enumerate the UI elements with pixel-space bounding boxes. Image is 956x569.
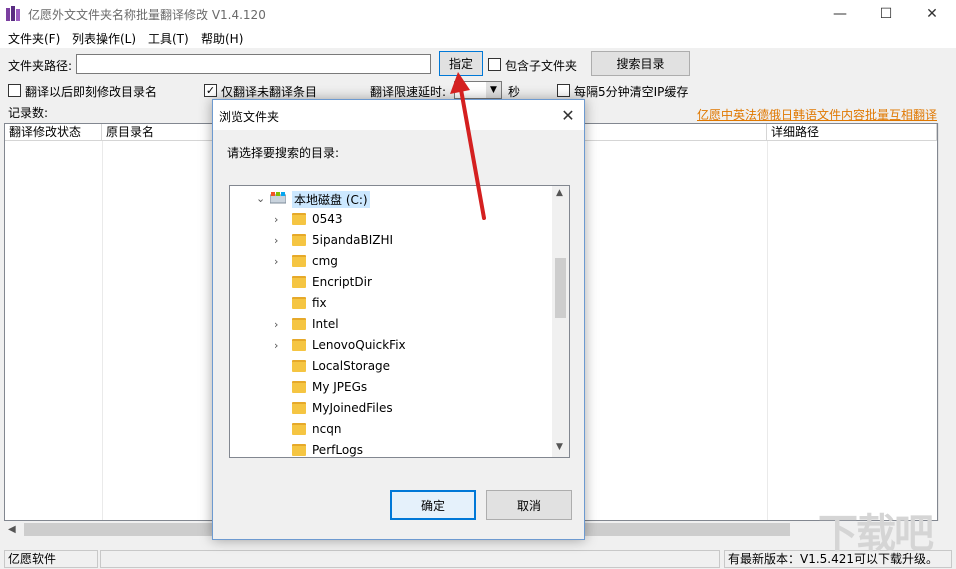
folder-icon — [292, 423, 306, 435]
close-icon: ✕ — [561, 105, 575, 125]
chevron-right-icon[interactable]: › — [274, 339, 278, 352]
folder-icon — [292, 297, 306, 309]
tree-item-folder[interactable]: › LenovoQuickFix — [230, 335, 552, 356]
scroll-left-icon[interactable]: ◀ — [8, 524, 16, 535]
menu-bar — [0, 28, 956, 48]
tree-item-drive[interactable]: ⌄ 本地磁盘 (C:) — [230, 188, 552, 209]
folder-icon — [292, 234, 306, 246]
tree-scroll-thumb[interactable] — [555, 258, 566, 318]
column-divider — [767, 141, 768, 520]
tree-item-folder[interactable]: MyJoinedFiles — [230, 398, 552, 419]
search-directory-button[interactable]: 搜索目录 — [591, 51, 690, 76]
tree-item-label: ncqn — [312, 422, 342, 436]
folder-icon — [292, 255, 306, 267]
chevron-right-icon[interactable]: › — [274, 234, 278, 247]
include-subfolders-checkbox[interactable] — [488, 58, 501, 71]
folder-icon — [292, 444, 306, 456]
folder-icon — [292, 339, 306, 351]
tree-item-label: LocalStorage — [312, 359, 391, 373]
maximize-icon: ☐ — [879, 6, 893, 22]
tree-item-label: LenovoQuickFix — [312, 338, 406, 352]
chevron-down-icon: ▼ — [486, 82, 501, 98]
chevron-down-icon[interactable]: ▼ — [556, 442, 563, 452]
browse-folder-dialog: 浏览文件夹 ✕ 请选择要搜索的目录: ⌄ 本地磁盘 (C:) › 0543 › 5ip… — [212, 99, 585, 540]
tree-item-label: EncriptDir — [312, 275, 372, 289]
clear-ip-cache-checkbox[interactable] — [557, 84, 570, 97]
maximize-button[interactable]: ☐ — [863, 0, 909, 28]
folder-icon — [292, 381, 306, 393]
clear-ip-cache-label: 每隔5分钟清空IP缓存 — [574, 85, 689, 99]
tree-vertical-scrollbar[interactable]: ▲ ▼ — [552, 186, 569, 457]
chevron-right-icon[interactable]: › — [274, 255, 278, 268]
column-header-status[interactable]: 翻译修改状态 — [5, 124, 102, 141]
tree-item-folder[interactable]: ncqn — [230, 419, 552, 440]
column-header-detail-path[interactable]: 详细路径 — [767, 124, 937, 141]
tree-item-label: PerfLogs — [312, 443, 364, 457]
ok-button[interactable]: 确定 — [390, 490, 476, 520]
checkmark-icon: ✓ — [205, 84, 216, 97]
tree-item-folder[interactable]: › cmg — [230, 251, 552, 272]
menu-list-ops[interactable]: 列表操作(L) — [72, 30, 136, 47]
chevron-right-icon[interactable]: › — [274, 213, 278, 226]
tree-item-folder[interactable]: › 0543 — [230, 209, 552, 230]
dialog-prompt: 请选择要搜索的目录: — [227, 146, 340, 160]
window-title: 亿愿外文文件夹名称批量翻译修改 V1.4.120 — [28, 8, 266, 22]
close-button[interactable]: ✕ — [909, 0, 955, 28]
tree-item-folder[interactable]: PerfLogs — [230, 440, 552, 457]
status-left: 亿愿软件 — [4, 550, 98, 568]
record-count-label: 记录数: — [8, 106, 49, 120]
rename-after-translate-checkbox[interactable] — [8, 84, 21, 97]
delay-label: 翻译限速延时: — [370, 85, 447, 99]
chevron-up-icon[interactable]: ▲ — [556, 188, 563, 198]
folder-path-label: 文件夹路径: — [8, 59, 73, 73]
menu-help[interactable]: 帮助(H) — [201, 30, 243, 47]
watermark-logo: 下载吧 — [818, 511, 934, 557]
drive-icon — [270, 192, 286, 204]
tree-item-folder[interactable]: › Intel — [230, 314, 552, 335]
only-untranslated-checkbox[interactable]: ✓ — [204, 84, 217, 97]
cancel-button[interactable]: 取消 — [486, 490, 572, 520]
tree-item-label: 5ipandaBIZHI — [312, 233, 394, 247]
folder-icon — [292, 276, 306, 288]
assign-button[interactable]: 指定 — [439, 51, 483, 76]
delay-select[interactable]: ▼ — [454, 81, 502, 99]
chevron-down-icon[interactable]: ⌄ — [256, 192, 265, 205]
promo-link[interactable]: 亿愿中英法德俄日韩语文件内容批量互相翻译 — [697, 106, 937, 123]
folder-icon — [292, 213, 306, 225]
tree-item-label: fix — [312, 296, 327, 310]
only-untranslated-label: 仅翻译未翻译条目 — [221, 85, 318, 99]
tree-item-label: 0543 — [312, 212, 343, 226]
tree-item-label: 本地磁盘 (C:) — [292, 191, 370, 208]
tree-item-folder[interactable]: EncriptDir — [230, 272, 552, 293]
tree-item-label: My JPEGs — [312, 380, 368, 394]
folder-tree[interactable]: ⌄ 本地磁盘 (C:) › 0543 › 5ipandaBIZHI › cmg Encrip… — [229, 185, 570, 458]
minimize-button[interactable]: — — [817, 0, 863, 28]
minimize-icon: — — [833, 6, 847, 22]
tree-item-folder[interactable]: › 5ipandaBIZHI — [230, 230, 552, 251]
tree-item-folder[interactable]: fix — [230, 293, 552, 314]
close-icon: ✕ — [926, 6, 938, 22]
menu-tools[interactable]: 工具(T) — [148, 30, 189, 47]
column-divider — [102, 141, 103, 520]
folder-icon — [292, 402, 306, 414]
list-vertical-scrollbar[interactable] — [938, 123, 954, 521]
tree-item-label: Intel — [312, 317, 339, 331]
dialog-close-button[interactable]: ✕ — [553, 102, 583, 128]
include-subfolders-label: 包含子文件夹 — [505, 59, 578, 73]
dialog-title: 浏览文件夹 — [219, 110, 280, 124]
app-icon — [6, 6, 20, 21]
tree-item-label: cmg — [312, 254, 338, 268]
delay-unit: 秒 — [508, 85, 521, 99]
folder-icon — [292, 360, 306, 372]
status-middle — [100, 550, 720, 568]
tree-item-folder[interactable]: My JPEGs — [230, 377, 552, 398]
tree-item-label: MyJoinedFiles — [312, 401, 393, 415]
menu-folder[interactable]: 文件夹(F) — [8, 30, 60, 47]
folder-icon — [292, 318, 306, 330]
tree-item-folder[interactable]: LocalStorage — [230, 356, 552, 377]
folder-path-input[interactable] — [76, 54, 431, 74]
rename-after-translate-label: 翻译以后即刻修改目录名 — [25, 85, 158, 99]
chevron-right-icon[interactable]: › — [274, 318, 278, 331]
